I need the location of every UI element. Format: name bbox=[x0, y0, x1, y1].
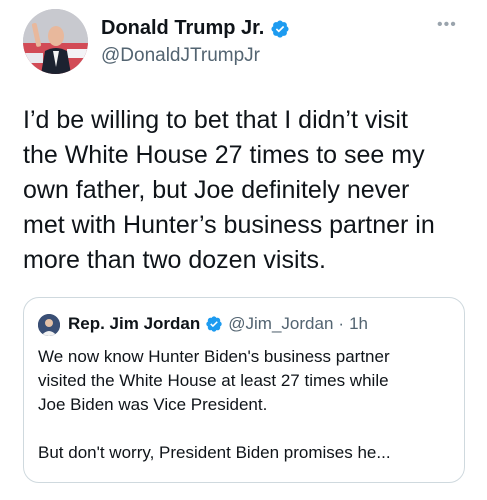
quoted-author-name[interactable]: Rep. Jim Jordan bbox=[68, 314, 200, 334]
quoted-tweet-card[interactable]: Rep. Jim Jordan @Jim_Jordan · 1h We now … bbox=[23, 297, 465, 483]
avatar-photo bbox=[23, 9, 88, 74]
tweet-card[interactable]: Donald Trump Jr. @DonaldJTrumpJr ••• I’d… bbox=[0, 0, 487, 500]
tweet-text: I’d be willing to bet that I didn’t visi… bbox=[23, 106, 435, 274]
author-avatar[interactable] bbox=[23, 9, 88, 74]
author-name-row[interactable]: Donald Trump Jr. bbox=[101, 17, 290, 40]
quoted-author-handle[interactable]: @Jim_Jordan bbox=[228, 314, 333, 334]
verified-badge-icon bbox=[271, 19, 289, 38]
author-name[interactable]: Donald Trump Jr. bbox=[101, 17, 264, 40]
author-handle[interactable]: @DonaldJTrumpJr bbox=[101, 45, 260, 67]
quoted-author-avatar[interactable] bbox=[38, 314, 60, 336]
quoted-header: Rep. Jim Jordan @Jim_Jordan · 1h bbox=[68, 314, 368, 334]
quoted-timestamp[interactable]: 1h bbox=[349, 314, 368, 334]
quoted-separator: · bbox=[338, 314, 345, 333]
quoted-tweet-text: We now know Hunter Biden's business part… bbox=[38, 347, 391, 462]
quoted-verified-badge-icon bbox=[206, 316, 222, 332]
more-horizontal-icon[interactable]: ••• bbox=[437, 16, 457, 34]
quoted-avatar-photo bbox=[38, 314, 60, 336]
